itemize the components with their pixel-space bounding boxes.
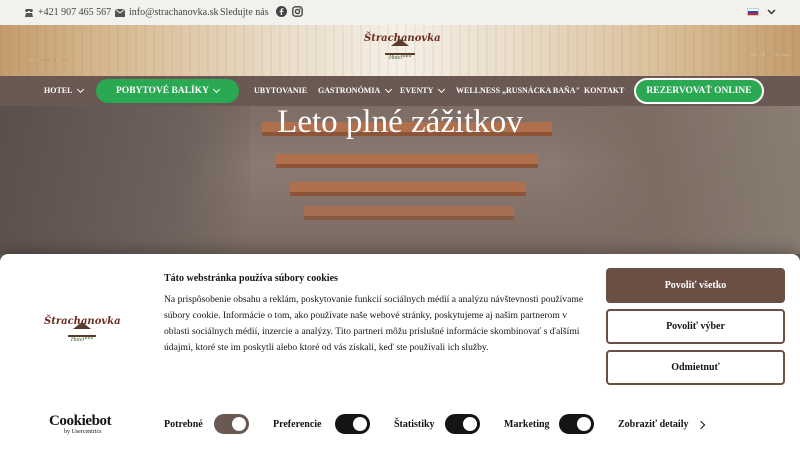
allow-selection-button[interactable]: Povoliť výber <box>606 309 785 344</box>
allow-all-button[interactable]: Povoliť všetko <box>606 268 785 303</box>
logo-subtitle: Hotel*** <box>70 337 94 343</box>
nav-item-label: HOTEL <box>44 86 73 95</box>
facebook-icon[interactable] <box>276 6 287 17</box>
toggle-label-marketing: Marketing <box>504 419 550 430</box>
mail-icon <box>115 8 125 17</box>
cookiebot-byline: by Usercentrics <box>64 429 102 435</box>
nav-item-label: EVENTY <box>400 86 434 95</box>
nav-item-ubytovanie[interactable]: UBYTOVANIE <box>254 86 307 95</box>
logo-house-icon <box>385 39 415 55</box>
top-bar: +421 907 465 567 info@strachanovka.sk Sl… <box>0 0 800 25</box>
chevron-right-icon <box>697 420 706 429</box>
toggle-knob <box>463 417 477 431</box>
chevron-down-icon <box>438 85 446 93</box>
slovak-flag-icon <box>747 8 759 16</box>
decline-button[interactable]: Odmietnuť <box>606 350 785 385</box>
chevron-down-icon <box>77 85 85 93</box>
nav-item-hotel[interactable]: HOTEL <box>44 85 85 95</box>
chevron-down-icon <box>385 85 393 93</box>
nav-item-label: UBYTOVANIE <box>254 86 308 95</box>
stair-step <box>276 154 538 164</box>
follow-label: Sledujte nás <box>220 7 269 18</box>
phone-number[interactable]: +421 907 465 567 <box>38 7 111 18</box>
stair-step <box>304 206 514 216</box>
logo-subtitle: Hotel*** <box>388 55 412 61</box>
chevron-down-icon <box>767 9 776 15</box>
cookie-banner-logo: Štrachanovka Hotel*** <box>44 316 121 358</box>
show-details-link[interactable]: Zobraziť detaily <box>618 419 706 430</box>
stair-step <box>290 182 526 192</box>
nav-item-pobytove-baliky[interactable]: POBYTOVÉ BALÍKY <box>96 79 239 103</box>
cookiebot-logo[interactable]: Cookiebot <box>49 414 112 429</box>
toggle-knob <box>232 417 246 431</box>
cookie-description: Na prispôsobenie obsahu a reklám, poskyt… <box>164 294 584 353</box>
chevron-down-icon <box>212 85 221 94</box>
hotel-logo[interactable]: Štrachanovka Hotel*** <box>364 33 441 73</box>
nav-item-wellness[interactable]: WELLNESS „RUSNÁCKA BAŇA" <box>456 86 580 95</box>
phone-contact[interactable]: +421 907 465 567 <box>24 7 111 18</box>
nav-item-label: POBYTOVÉ BALÍKY <box>116 86 209 96</box>
toggle-label-preferences: Preferencie <box>273 419 322 430</box>
toggle-necessary <box>214 414 249 434</box>
show-details-label: Zobraziť detaily <box>618 419 689 430</box>
phone-icon <box>24 8 34 18</box>
toggle-preferences[interactable] <box>335 414 370 434</box>
toggle-label-statistics: Štatistiky <box>394 419 435 430</box>
nav-item-gastronomia[interactable]: GASTRONÓMIA <box>318 85 393 95</box>
nav-item-label: WELLNESS „RUSNÁCKA BAŇA" <box>456 86 581 95</box>
nav-item-label: KONTAKT <box>584 86 625 95</box>
email-contact[interactable]: info@strachanovka.sk <box>115 7 218 18</box>
language-selector[interactable] <box>747 8 776 16</box>
toggle-knob <box>353 417 367 431</box>
nav-item-label: GASTRONÓMIA <box>318 86 381 95</box>
logo-house-icon <box>68 322 96 337</box>
toggle-knob <box>577 417 591 431</box>
toggle-statistics[interactable] <box>445 414 480 434</box>
nav-item-kontakt[interactable]: KONTAKT <box>584 86 624 95</box>
nav-item-eventy[interactable]: EVENTY <box>400 85 446 95</box>
reserve-online-button[interactable]: REZERVOVAŤ ONLINE <box>634 78 764 104</box>
toggle-label-necessary: Potrebné <box>164 419 203 430</box>
toggle-marketing[interactable] <box>559 414 594 434</box>
email-address[interactable]: info@strachanovka.sk <box>129 7 218 18</box>
instagram-icon[interactable] <box>292 6 303 17</box>
hero-title: Leto plné zážitkov <box>277 104 523 140</box>
cookie-title: Táto webstránka používa súbory cookies <box>164 273 338 284</box>
